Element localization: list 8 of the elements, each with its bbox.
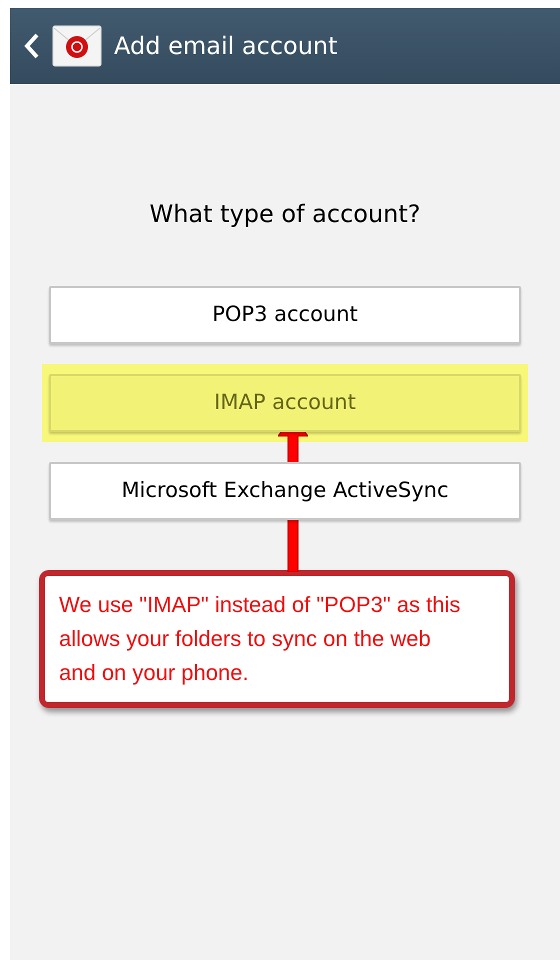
header-title: Add email account: [114, 31, 338, 62]
account-option-button[interactable]: Microsoft Exchange ActiveSync: [49, 462, 521, 520]
back-icon[interactable]: [24, 33, 40, 59]
callout-text: We use "IMAP" instead of "POP3" as this allows your folders to sync on the web and on your phone.: [59, 591, 462, 687]
account-type-prompt: What type of account?: [149, 199, 421, 230]
account-option-button[interactable]: IMAP account: [49, 374, 521, 432]
account-option-button[interactable]: POP3 account: [49, 286, 521, 344]
envelope-icon: [52, 25, 102, 67]
